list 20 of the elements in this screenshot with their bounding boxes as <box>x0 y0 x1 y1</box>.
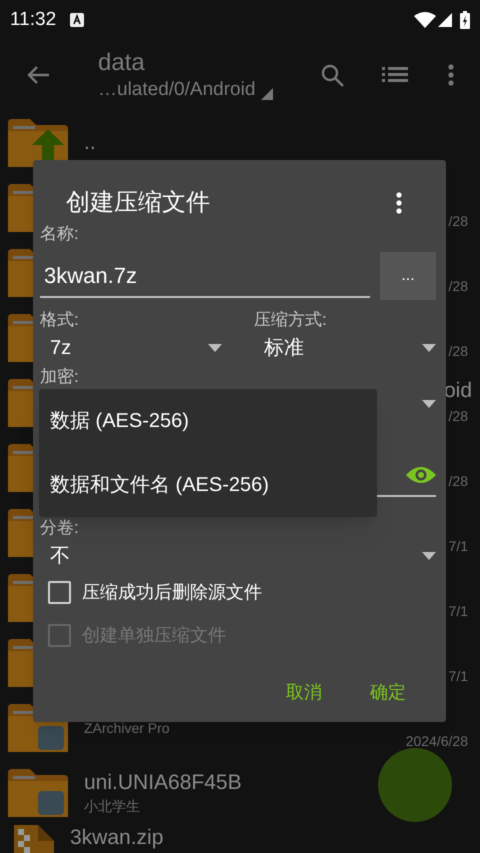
file-subtitle: ZArchiver Pro <box>84 718 171 738</box>
file-date: 7/1 <box>448 537 468 556</box>
file-date: /28 <box>448 277 468 296</box>
file-date: /28 <box>448 212 468 231</box>
field-label: 加密: <box>40 366 80 388</box>
file-date: 2024/6/28 <box>406 732 468 751</box>
field-label: 分卷: <box>40 517 80 539</box>
file-date: 7/1 <box>448 602 468 621</box>
folder-title: data <box>98 48 146 78</box>
dialog-title: 创建压缩文件 <box>66 188 210 218</box>
file-date: /28 <box>448 407 468 426</box>
field-label: 格式: <box>40 309 80 331</box>
file-date: 7/1 <box>448 667 468 686</box>
file-date: /28 <box>448 472 468 491</box>
status-time: 11:32 <box>10 8 56 32</box>
checkbox-label: 压缩成功后删除源文件 <box>82 581 262 604</box>
file-date: /28 <box>448 342 468 361</box>
field-label: 压缩方式: <box>254 309 328 331</box>
file-subtitle: 小北学生 <box>84 796 141 816</box>
field-label: 名称: <box>40 223 80 245</box>
